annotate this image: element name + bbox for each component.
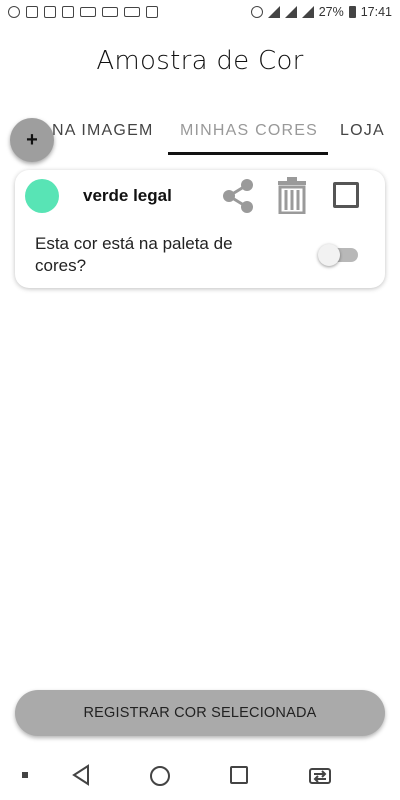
nav-dot-icon [22, 772, 28, 778]
tab-bar: NA IMAGEM MINHAS CORES LOJA [0, 118, 400, 156]
gallery-icon [26, 6, 38, 18]
trash-icon[interactable] [277, 176, 307, 214]
recent-apps-icon[interactable] [230, 766, 248, 784]
wrench-icon [146, 6, 158, 18]
app-notification-icon [124, 7, 140, 17]
add-color-button[interactable]: + [10, 118, 54, 162]
palette-toggle-thumb[interactable] [318, 244, 340, 266]
wifi-icon [267, 6, 280, 18]
color-name: verde legal [83, 186, 172, 205]
palette-question: Esta cor está na paleta de cores? [35, 234, 233, 275]
navigation-bar [0, 752, 400, 800]
share-icon[interactable] [221, 178, 255, 214]
tab-indicator [168, 152, 328, 155]
status-notifications [8, 6, 158, 18]
whatsapp-icon [8, 6, 20, 18]
tab-minhas-cores[interactable]: MINHAS CORES [180, 122, 318, 140]
signal-icon [284, 6, 297, 18]
app-notification-icon [80, 7, 96, 17]
signal-icon [301, 6, 314, 18]
select-checkbox[interactable] [333, 182, 359, 208]
back-icon[interactable] [70, 764, 92, 786]
battery-icon [348, 6, 356, 18]
page-title: Amostra de Cor [96, 46, 304, 76]
status-bar: 27% 17:41 [0, 0, 400, 24]
switch-apps-icon[interactable] [308, 765, 332, 787]
tab-na-imagem[interactable]: NA IMAGEM [52, 122, 153, 140]
register-color-button[interactable]: REGISTRAR COR SELECIONADA [15, 690, 385, 736]
color-card: verde legal Esta cor está na paleta de c… [15, 170, 385, 288]
gmail-icon [62, 6, 74, 18]
home-icon[interactable] [150, 766, 170, 786]
alarm-icon [250, 6, 263, 18]
battery-percent: 27% [318, 5, 344, 19]
color-swatch [25, 179, 59, 213]
clock: 17:41 [360, 5, 392, 19]
status-system: 27% 17:41 [250, 5, 392, 19]
add-icon: + [26, 128, 38, 151]
app-notification-icon [44, 6, 56, 18]
app-notification-icon [102, 7, 118, 17]
tab-loja[interactable]: LOJA [340, 122, 385, 140]
